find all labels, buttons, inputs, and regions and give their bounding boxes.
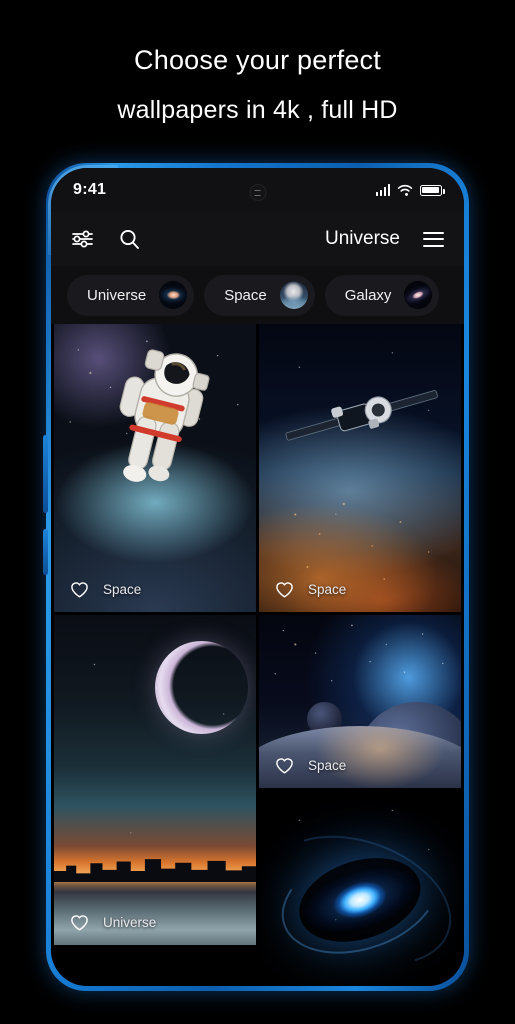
category-chip-row[interactable]: Universe Space Galaxy: [51, 266, 464, 324]
punch-hole-camera-icon: [249, 184, 266, 201]
wallpaper-card-galaxy[interactable]: [259, 791, 461, 986]
wallpaper-art: [54, 615, 256, 945]
wallpaper-card-meta: Space: [259, 566, 461, 612]
astronaut-figure: [120, 349, 210, 483]
wallpaper-card-label: Universe: [103, 914, 157, 930]
status-bar: 9:41: [51, 168, 464, 212]
headline-line-2: wallpapers in 4k , full HD: [117, 96, 398, 124]
crescent-moon-shape: [155, 641, 248, 735]
wallpaper-grid-column-right: Space Space: [259, 324, 461, 986]
satellite-figure: [285, 390, 439, 441]
wallpaper-card-label: Space: [308, 757, 347, 773]
wifi-icon: [397, 184, 413, 196]
chip-label: Universe: [87, 286, 147, 304]
wallpaper-grid: Space Universe Space Space: [51, 324, 464, 986]
wallpaper-card-planets[interactable]: Space: [259, 615, 461, 788]
headline-line-1: Choose your perfect: [134, 45, 381, 75]
heart-outline-icon[interactable]: [70, 580, 89, 599]
galaxy-thumb-icon: [404, 281, 433, 309]
wallpaper-card-astronaut[interactable]: Space: [54, 324, 256, 612]
wallpaper-card-label: Space: [103, 581, 142, 597]
wallpaper-card-label: Space: [308, 581, 347, 597]
search-icon[interactable]: [118, 228, 141, 251]
promo-headline: Choose your perfect wallpapers in 4k , f…: [0, 38, 515, 132]
chip-label: Space: [224, 286, 267, 304]
status-bar-icons: [375, 184, 445, 196]
astronaut-thumb-icon: [279, 281, 308, 309]
wallpaper-art: [259, 791, 461, 986]
promo-screenshot: Choose your perfect wallpapers in 4k , f…: [0, 0, 515, 1024]
category-chip-universe[interactable]: Universe: [67, 274, 195, 316]
volume-button[interactable]: [43, 435, 48, 513]
galaxy-vortex-shape: [288, 843, 432, 957]
phone-device-frame: 9:41 Universe Universe Space Galaxy Spac…: [43, 163, 469, 991]
power-button[interactable]: [43, 529, 48, 575]
category-chip-galaxy[interactable]: Galaxy: [324, 274, 440, 316]
hamburger-menu-icon[interactable]: [423, 231, 444, 247]
spiral-galaxy-thumb-icon: [159, 281, 188, 309]
heart-outline-icon[interactable]: [70, 913, 89, 932]
wallpaper-card-moon[interactable]: Universe: [54, 615, 256, 945]
app-bar: Universe: [51, 212, 464, 266]
wallpaper-card-satellite[interactable]: Space: [259, 324, 461, 612]
wallpaper-card-meta: Space: [54, 566, 256, 612]
status-bar-clock: 9:41: [73, 181, 107, 198]
wallpaper-card-meta: Space: [259, 742, 461, 788]
phone-screen: 9:41 Universe Universe Space Galaxy Spac…: [51, 168, 464, 986]
battery-full-icon: [420, 184, 445, 196]
sliders-filter-icon[interactable]: [71, 229, 94, 249]
signal-bars-icon: [375, 184, 390, 196]
category-chip-space[interactable]: Space: [204, 274, 315, 316]
heart-outline-icon[interactable]: [275, 580, 294, 599]
chip-label: Galaxy: [344, 286, 392, 304]
wallpaper-grid-column-left: Space Universe: [54, 324, 256, 986]
heart-outline-icon[interactable]: [275, 756, 294, 775]
wallpaper-card-meta: Universe: [54, 899, 256, 945]
